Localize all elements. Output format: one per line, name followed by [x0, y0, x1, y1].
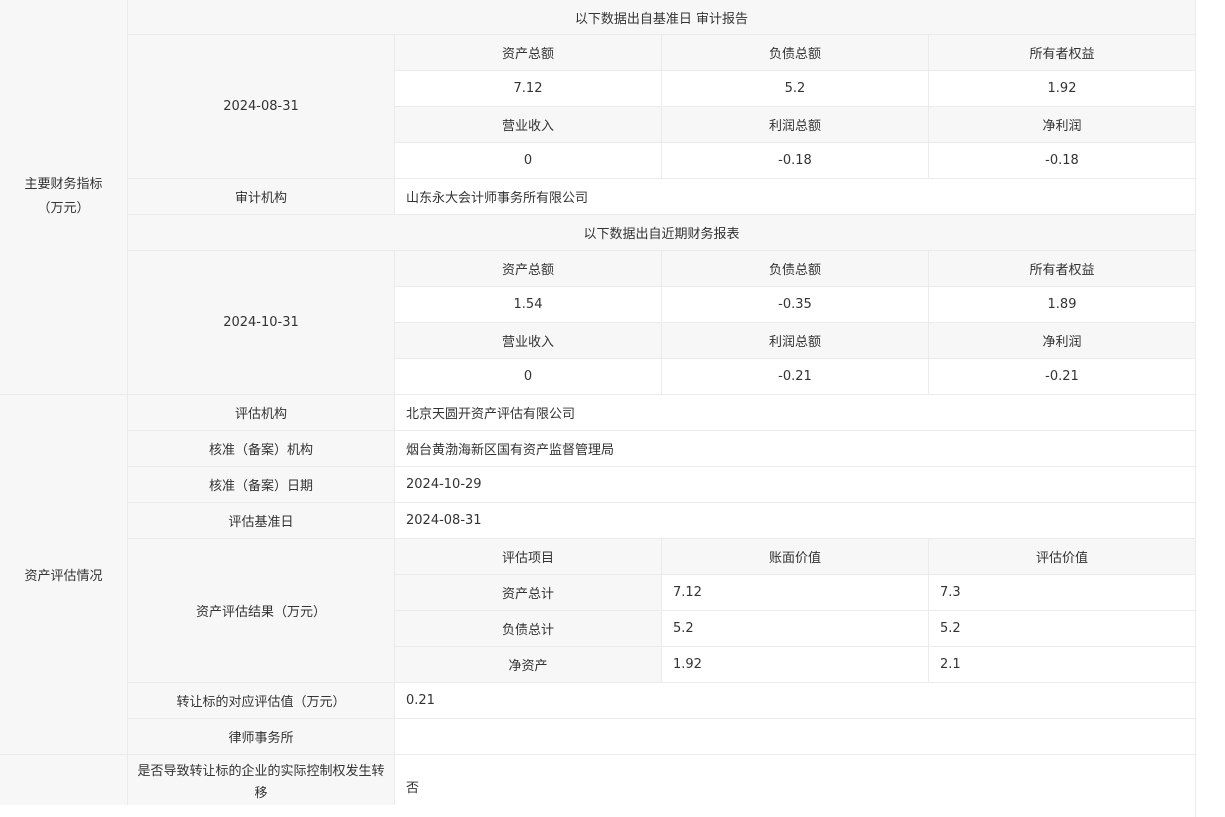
transfer-value: 0.21	[395, 683, 1196, 719]
control-transfer-value: 否	[395, 755, 1196, 817]
control-category	[0, 755, 128, 805]
financial-category-line1: 主要财务指标	[24, 177, 103, 192]
control-transfer-label: 是否导致转让标的企业的实际控制权发生转移	[128, 755, 395, 805]
audit-value-net-profit: -0.18	[929, 143, 1196, 179]
result-row-item: 负债总计	[395, 611, 662, 647]
recent-value-total-assets: 1.54	[395, 287, 662, 323]
recent-label-net-profit: 净利润	[929, 323, 1196, 359]
audit-label-net-profit: 净利润	[929, 107, 1196, 143]
transfer-value-label: 转让标的对应评估值（万元）	[128, 683, 395, 719]
audit-label-total-profit: 利润总额	[662, 107, 929, 143]
approval-org-label: 核准（备案）机构	[128, 431, 395, 467]
result-row-appraised-value: 2.1	[929, 647, 1196, 683]
recent-label-total-profit: 利润总额	[662, 323, 929, 359]
recent-value-net-profit: -0.21	[929, 359, 1196, 395]
audit-label-total-liabilities: 负债总额	[662, 35, 929, 71]
audit-value-revenue: 0	[395, 143, 662, 179]
recent-value-total-liabilities: -0.35	[662, 287, 929, 323]
result-row-item: 资产总计	[395, 575, 662, 611]
audit-label-owners-equity: 所有者权益	[929, 35, 1196, 71]
financial-indicators-category: 主要财务指标 （万元）	[0, 0, 128, 395]
recent-date: 2024-10-31	[128, 251, 395, 395]
recent-value-revenue: 0	[395, 359, 662, 395]
audit-section-header: 以下数据出自基准日 审计报告	[128, 0, 1196, 35]
valuation-result-label: 资产评估结果（万元）	[128, 539, 395, 683]
recent-label-total-assets: 资产总额	[395, 251, 662, 287]
result-row-book-value: 5.2	[662, 611, 929, 647]
auditor-value: 山东永大会计师事务所有限公司	[395, 179, 1196, 215]
result-row-appraised-value: 5.2	[929, 611, 1196, 647]
approval-date-value: 2024-10-29	[395, 467, 1196, 503]
recent-value-owners-equity: 1.89	[929, 287, 1196, 323]
base-date-value: 2024-08-31	[395, 503, 1196, 539]
result-row-item: 净资产	[395, 647, 662, 683]
result-row-appraised-value: 7.3	[929, 575, 1196, 611]
recent-label-total-liabilities: 负债总额	[662, 251, 929, 287]
recent-label-revenue: 营业收入	[395, 323, 662, 359]
recent-label-owners-equity: 所有者权益	[929, 251, 1196, 287]
audit-value-total-profit: -0.18	[662, 143, 929, 179]
approval-org-value: 烟台黄渤海新区国有资产监督管理局	[395, 431, 1196, 467]
valuation-org-label: 评估机构	[128, 395, 395, 431]
audit-value-owners-equity: 1.92	[929, 71, 1196, 107]
auditor-label: 审计机构	[128, 179, 395, 215]
result-header-item: 评估项目	[395, 539, 662, 575]
financial-category-line2: （万元）	[37, 201, 90, 216]
result-row-book-value: 7.12	[662, 575, 929, 611]
audit-value-total-assets: 7.12	[395, 71, 662, 107]
audit-date: 2024-08-31	[128, 35, 395, 179]
valuation-org-value: 北京天圆开资产评估有限公司	[395, 395, 1196, 431]
approval-date-label: 核准（备案）日期	[128, 467, 395, 503]
audit-value-total-liabilities: 5.2	[662, 71, 929, 107]
law-firm-value	[395, 719, 1196, 755]
recent-section-header: 以下数据出自近期财务报表	[128, 215, 1196, 251]
audit-label-revenue: 营业收入	[395, 107, 662, 143]
result-header-book-value: 账面价值	[662, 539, 929, 575]
base-date-label: 评估基准日	[128, 503, 395, 539]
valuation-category: 资产评估情况	[0, 395, 128, 755]
result-row-book-value: 1.92	[662, 647, 929, 683]
result-header-appraised-value: 评估价值	[929, 539, 1196, 575]
recent-value-total-profit: -0.21	[662, 359, 929, 395]
audit-label-total-assets: 资产总额	[395, 35, 662, 71]
law-firm-label: 律师事务所	[128, 719, 395, 755]
